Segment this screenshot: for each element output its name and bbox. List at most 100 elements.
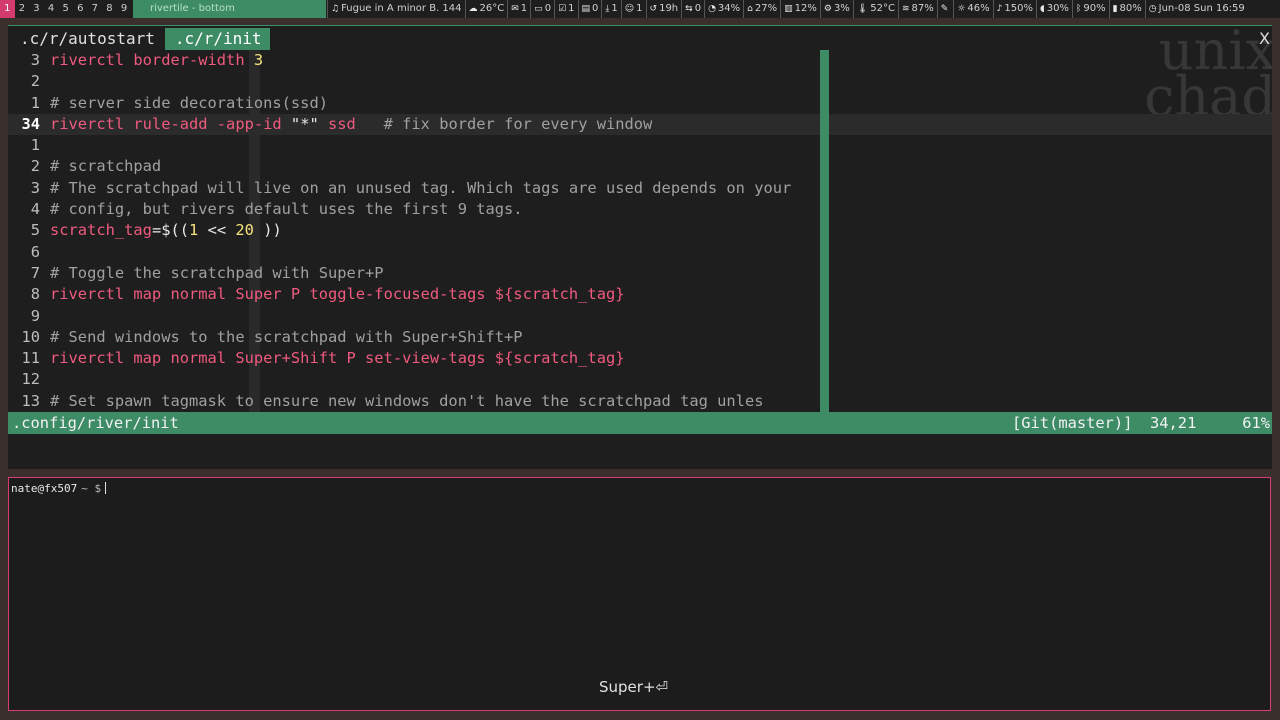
module-chat[interactable]: ▭ 0 xyxy=(530,0,554,18)
token: # fix border for every window xyxy=(383,114,653,133)
tag-4[interactable]: 4 xyxy=(44,0,59,18)
tag-9[interactable]: 9 xyxy=(117,0,132,18)
code-line[interactable]: 12 xyxy=(8,369,1272,390)
token: scratch_tag xyxy=(50,221,152,240)
token: 3 xyxy=(253,51,264,69)
status-filename: .config/river/init xyxy=(12,414,179,432)
code-line[interactable]: 2 # scratchpad xyxy=(8,156,1272,177)
module-value: 0 xyxy=(592,3,599,14)
module-value: 1 xyxy=(636,3,643,14)
module-network[interactable]: ⇆ 0 xyxy=(681,0,704,18)
module-user[interactable]: ☺ 1 xyxy=(620,0,646,18)
module-value: 80% xyxy=(1119,3,1142,14)
code-line[interactable]: 3 # The scratchpad will live on an unused… xyxy=(8,178,1272,199)
code-line[interactable]: 1 # server side decorations(ssd) xyxy=(8,93,1272,114)
token: 20 xyxy=(235,221,254,240)
code-line[interactable]: 11 riverctl map normal Super+Shift P set-… xyxy=(8,348,1272,369)
token: # scratchpad xyxy=(50,157,162,176)
module-value: 46% xyxy=(967,3,990,14)
code-line[interactable]: 5 scratch_tag=$((1 << 20 )) xyxy=(8,220,1272,241)
close-icon[interactable]: X xyxy=(1259,28,1270,50)
tag-8[interactable]: 8 xyxy=(102,0,117,18)
code-line[interactable]: 13 # Set spawn tagmask to ensure new wind… xyxy=(8,391,1272,412)
code-line[interactable]: 9 xyxy=(8,306,1272,327)
token: << xyxy=(198,221,236,240)
code-line[interactable]: 10 # Send windows to the scratchpad with … xyxy=(8,327,1272,348)
line-number: 2 xyxy=(30,157,40,176)
editor-window[interactable]: .c/r/autostart .c/r/init unix chad X 3 riv… xyxy=(8,25,1272,469)
status-bar: 123456789 rivertile - bottom ♫ Fugue in A… xyxy=(0,0,1280,18)
module-music[interactable]: ♫ Fugue in A minor B. 144 xyxy=(327,0,465,18)
module-download[interactable]: ⤓ 1 xyxy=(601,0,620,18)
tab-autostart[interactable]: .c/r/autostart xyxy=(8,28,165,50)
tag-3[interactable]: 3 xyxy=(29,0,44,18)
module-todo[interactable]: ☑ 1 xyxy=(554,0,577,18)
module-calendar[interactable]: ▤ 0 xyxy=(577,0,602,18)
status-cursor-position: 34,21 xyxy=(1150,414,1197,432)
module-memory[interactable]: ▥ 12% xyxy=(780,0,820,18)
statusline: .config/river/init [Git(master)] 34,21 6… xyxy=(8,412,1272,434)
tag-6[interactable]: 6 xyxy=(73,0,88,18)
terminal-window[interactable]: nate@fx507 ~ $ Super+⏎ xyxy=(8,477,1271,711)
line-text: # config, but rivers default uses the fi… xyxy=(50,199,523,220)
module-value: 19h xyxy=(659,3,679,14)
line-text: riverctl border-width 3 xyxy=(50,50,263,71)
module-clock[interactable]: ◷ Jun-08 Sun 16:59 xyxy=(1144,0,1248,18)
bluetooth-icon: ᛒ xyxy=(1075,4,1082,14)
user-icon: ☺ xyxy=(624,4,635,14)
module-cpu[interactable]: ◔ 34% xyxy=(704,0,743,18)
token: # Toggle the scratchpad with Super+P xyxy=(50,263,384,282)
token: # server side decorations(ssd) xyxy=(50,93,328,112)
module-volume[interactable]: ♪ 150% xyxy=(992,0,1036,18)
module-value: 1 xyxy=(611,3,618,14)
clock-icon: ◷ xyxy=(1148,4,1157,14)
network-icon: ⇆ xyxy=(685,4,693,14)
module-value: 34% xyxy=(717,3,741,14)
module-battery[interactable]: ▮ 80% xyxy=(1108,0,1145,18)
line-number: 3 xyxy=(30,51,40,69)
terminal-cursor xyxy=(105,482,107,494)
shell-prompt[interactable]: nate@fx507 ~ $ xyxy=(11,482,107,496)
module-bluetooth[interactable]: ᛒ 90% xyxy=(1071,0,1109,18)
token: "*" xyxy=(290,114,319,133)
gear-icon: ⚙ xyxy=(823,4,832,14)
module-mic[interactable]: ◖ 30% xyxy=(1035,0,1072,18)
code-line[interactable]: 8 riverctl map normal Super P toggle-focu… xyxy=(8,284,1272,305)
cpu-icon: ◔ xyxy=(708,4,716,14)
line-number: 4 xyxy=(30,200,40,219)
module-value: 30% xyxy=(1046,3,1069,14)
line-number: 9 xyxy=(30,306,40,325)
tag-5[interactable]: 5 xyxy=(58,0,73,18)
tag-1[interactable]: 1 xyxy=(0,0,15,18)
module-value: 3% xyxy=(833,3,850,14)
token: 1 xyxy=(189,221,199,240)
code-line[interactable]: 2 xyxy=(8,71,1272,92)
prompt-user-host: nate@fx507 xyxy=(11,482,78,495)
line-number: 2 xyxy=(30,72,40,91)
memory-icon: ▥ xyxy=(784,4,793,14)
module-value: 0 xyxy=(694,3,702,14)
code-line[interactable]: 7 # Toggle the scratchpad with Super+P xyxy=(8,263,1272,284)
line-number: 34 xyxy=(21,114,40,133)
code-line[interactable]: 1 xyxy=(8,135,1272,156)
module-gear[interactable]: ⚙ 3% xyxy=(819,0,853,18)
code-line[interactable]: 4 # config, but rivers default uses the f… xyxy=(8,199,1272,220)
module-temperature[interactable]: 🌡 52°C xyxy=(852,0,898,18)
tag-2[interactable]: 2 xyxy=(15,0,30,18)
module-brightness[interactable]: ☼ 46% xyxy=(953,0,992,18)
module-home[interactable]: ⌂ 27% xyxy=(743,0,780,18)
code-line[interactable]: 34 riverctl rule-add -app-id "*" ssd # fi… xyxy=(8,113,1272,136)
uptime-icon: ↺ xyxy=(649,4,658,14)
module-mail[interactable]: ✉ 1 xyxy=(507,0,530,18)
module-wifi[interactable]: ≋ 87% xyxy=(897,0,937,18)
temperature-icon: 🌡 xyxy=(856,4,869,14)
command-line[interactable] xyxy=(8,434,1272,468)
code-line[interactable]: 3 riverctl border-width 3 xyxy=(8,50,1272,71)
tab-init[interactable]: .c/r/init xyxy=(164,28,270,50)
code-area[interactable]: 3 riverctl border-width 3 2 1 # server side … xyxy=(8,50,1272,422)
module-weather[interactable]: ☁ 26°C xyxy=(464,0,508,18)
module-uptime[interactable]: ↺ 19h xyxy=(645,0,682,18)
module-pen[interactable]: ✎ xyxy=(936,0,954,18)
tag-7[interactable]: 7 xyxy=(88,0,103,18)
code-line[interactable]: 6 xyxy=(8,242,1272,263)
